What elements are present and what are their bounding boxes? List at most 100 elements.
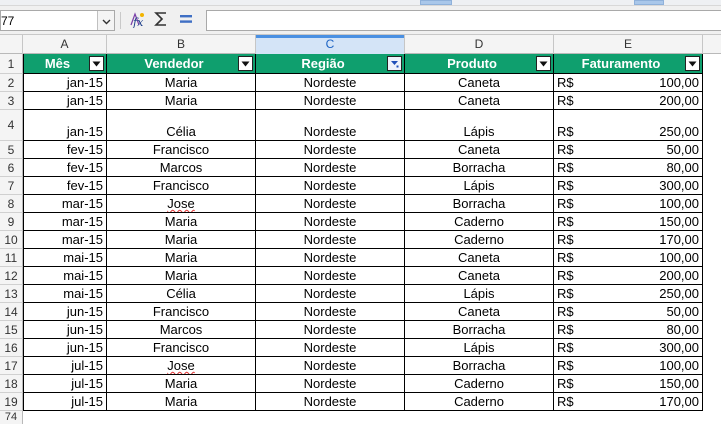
cell-faturamento[interactable]: R$ 100,00 [554, 74, 703, 92]
row-header-13[interactable]: 13 [0, 285, 23, 303]
cell-regiao[interactable]: Nordeste [256, 303, 405, 321]
cell-regiao[interactable]: Nordeste [256, 177, 405, 195]
cell-vendedor[interactable]: Célia [107, 285, 256, 303]
cell-vendedor[interactable]: Maria [107, 375, 256, 393]
cell-regiao[interactable]: Nordeste [256, 74, 405, 92]
function-wizard-button[interactable]: fx [127, 11, 147, 30]
cell-mes[interactable]: mar-15 [23, 213, 107, 231]
cell-mes[interactable]: mar-15 [23, 195, 107, 213]
row-header-11[interactable]: 11 [0, 249, 23, 267]
row-header-15[interactable]: 15 [0, 321, 23, 339]
cell-vendedor[interactable]: Marcos [107, 159, 256, 177]
cell-mes[interactable]: jun-15 [23, 339, 107, 357]
cell-faturamento[interactable]: R$ 50,00 [554, 303, 703, 321]
cell-vendedor[interactable]: Maria [107, 92, 256, 110]
cell-produto[interactable]: Borracha [405, 357, 554, 375]
cell-regiao[interactable]: Nordeste [256, 141, 405, 159]
cell-produto[interactable]: Caneta [405, 267, 554, 285]
column-header-b[interactable]: B [107, 35, 256, 54]
cell-vendedor[interactable]: Maria [107, 231, 256, 249]
cell-regiao[interactable]: Nordeste [256, 285, 405, 303]
cell-regiao[interactable]: Nordeste [256, 231, 405, 249]
cell-faturamento[interactable]: R$ 300,00 [554, 177, 703, 195]
row-header-trailing[interactable]: 74 [0, 411, 23, 424]
column-header-e[interactable]: E [554, 35, 703, 54]
row-header-16[interactable]: 16 [0, 339, 23, 357]
cell-produto[interactable]: Borracha [405, 159, 554, 177]
autofilter-button-regiao[interactable] [387, 56, 402, 71]
cell-mes[interactable]: jan-15 [23, 74, 107, 92]
row-header-3[interactable]: 3 [0, 92, 23, 110]
cell-regiao[interactable]: Nordeste [256, 393, 405, 411]
cell-vendedor[interactable]: Maria [107, 213, 256, 231]
cell-produto[interactable]: Borracha [405, 321, 554, 339]
row-header-17[interactable]: 17 [0, 357, 23, 375]
row-header-12[interactable]: 12 [0, 267, 23, 285]
name-box-dropdown-button[interactable] [97, 11, 114, 30]
cell-faturamento[interactable]: R$ 250,00 [554, 110, 703, 141]
cell-mes[interactable]: mai-15 [23, 285, 107, 303]
cell-produto[interactable]: Lápis [405, 110, 554, 141]
sum-button[interactable] [151, 11, 171, 30]
cell-vendedor[interactable]: Célia [107, 110, 256, 141]
cell-mes[interactable]: fev-15 [23, 141, 107, 159]
equals-button[interactable] [176, 11, 196, 30]
cell-produto[interactable]: Caderno [405, 231, 554, 249]
cell-produto[interactable]: Lápis [405, 339, 554, 357]
cell-faturamento[interactable]: R$ 80,00 [554, 159, 703, 177]
cell-mes[interactable]: jun-15 [23, 321, 107, 339]
cell-regiao[interactable]: Nordeste [256, 375, 405, 393]
cell-produto[interactable]: Caderno [405, 393, 554, 411]
cell-produto[interactable]: Caderno [405, 213, 554, 231]
cell-faturamento[interactable]: R$ 150,00 [554, 213, 703, 231]
cell-regiao[interactable]: Nordeste [256, 195, 405, 213]
cell-vendedor[interactable]: Maria [107, 74, 256, 92]
cell-faturamento[interactable]: R$ 200,00 [554, 267, 703, 285]
row-header-8[interactable]: 8 [0, 195, 23, 213]
cell-vendedor[interactable]: Jose [107, 195, 256, 213]
cell-mes[interactable]: jan-15 [23, 92, 107, 110]
cell-regiao[interactable]: Nordeste [256, 321, 405, 339]
cell-regiao[interactable]: Nordeste [256, 339, 405, 357]
column-header-a[interactable]: A [23, 35, 107, 54]
cell-regiao[interactable]: Nordeste [256, 267, 405, 285]
cell-vendedor[interactable]: Francisco [107, 141, 256, 159]
cell-produto[interactable]: Lápis [405, 285, 554, 303]
cell-vendedor[interactable]: Maria [107, 393, 256, 411]
cell-faturamento[interactable]: R$ 100,00 [554, 195, 703, 213]
cell-mes[interactable]: jul-15 [23, 357, 107, 375]
cell-mes[interactable]: jan-15 [23, 110, 107, 141]
toolbar-slider-knob-right[interactable] [634, 0, 664, 5]
cell-mes[interactable]: mar-15 [23, 231, 107, 249]
cell-vendedor[interactable]: Maria [107, 267, 256, 285]
cell-produto[interactable]: Caneta [405, 249, 554, 267]
formula-input[interactable] [206, 10, 721, 31]
header-cell-faturamento[interactable]: Faturamento [554, 54, 703, 74]
cell-regiao[interactable]: Nordeste [256, 357, 405, 375]
cell-produto[interactable]: Caneta [405, 74, 554, 92]
cell-mes[interactable]: mai-15 [23, 267, 107, 285]
cell-regiao[interactable]: Nordeste [256, 159, 405, 177]
row-header-18[interactable]: 18 [0, 375, 23, 393]
row-header-4[interactable]: 4 [0, 110, 23, 141]
autofilter-button-vendedor[interactable] [238, 56, 253, 71]
cell-mes[interactable]: jul-15 [23, 375, 107, 393]
cell-faturamento[interactable]: R$ 50,00 [554, 141, 703, 159]
row-header-6[interactable]: 6 [0, 159, 23, 177]
cell-faturamento[interactable]: R$ 150,00 [554, 375, 703, 393]
autofilter-button-mes[interactable] [89, 56, 104, 71]
row-header-10[interactable]: 10 [0, 231, 23, 249]
cell-mes[interactable]: fev-15 [23, 159, 107, 177]
toolbar-slider-knob-left[interactable] [420, 0, 452, 5]
column-header-d[interactable]: D [405, 35, 554, 54]
row-header-14[interactable]: 14 [0, 303, 23, 321]
cell-produto[interactable]: Caneta [405, 303, 554, 321]
row-header-1[interactable]: 1 [0, 54, 23, 74]
header-cell-regiao[interactable]: Região [256, 54, 405, 74]
row-header-9[interactable]: 9 [0, 213, 23, 231]
row-header-2[interactable]: 2 [0, 74, 23, 92]
cell-produto[interactable]: Caderno [405, 375, 554, 393]
cell-faturamento[interactable]: R$ 200,00 [554, 92, 703, 110]
cell-faturamento[interactable]: R$ 80,00 [554, 321, 703, 339]
cell-regiao[interactable]: Nordeste [256, 110, 405, 141]
